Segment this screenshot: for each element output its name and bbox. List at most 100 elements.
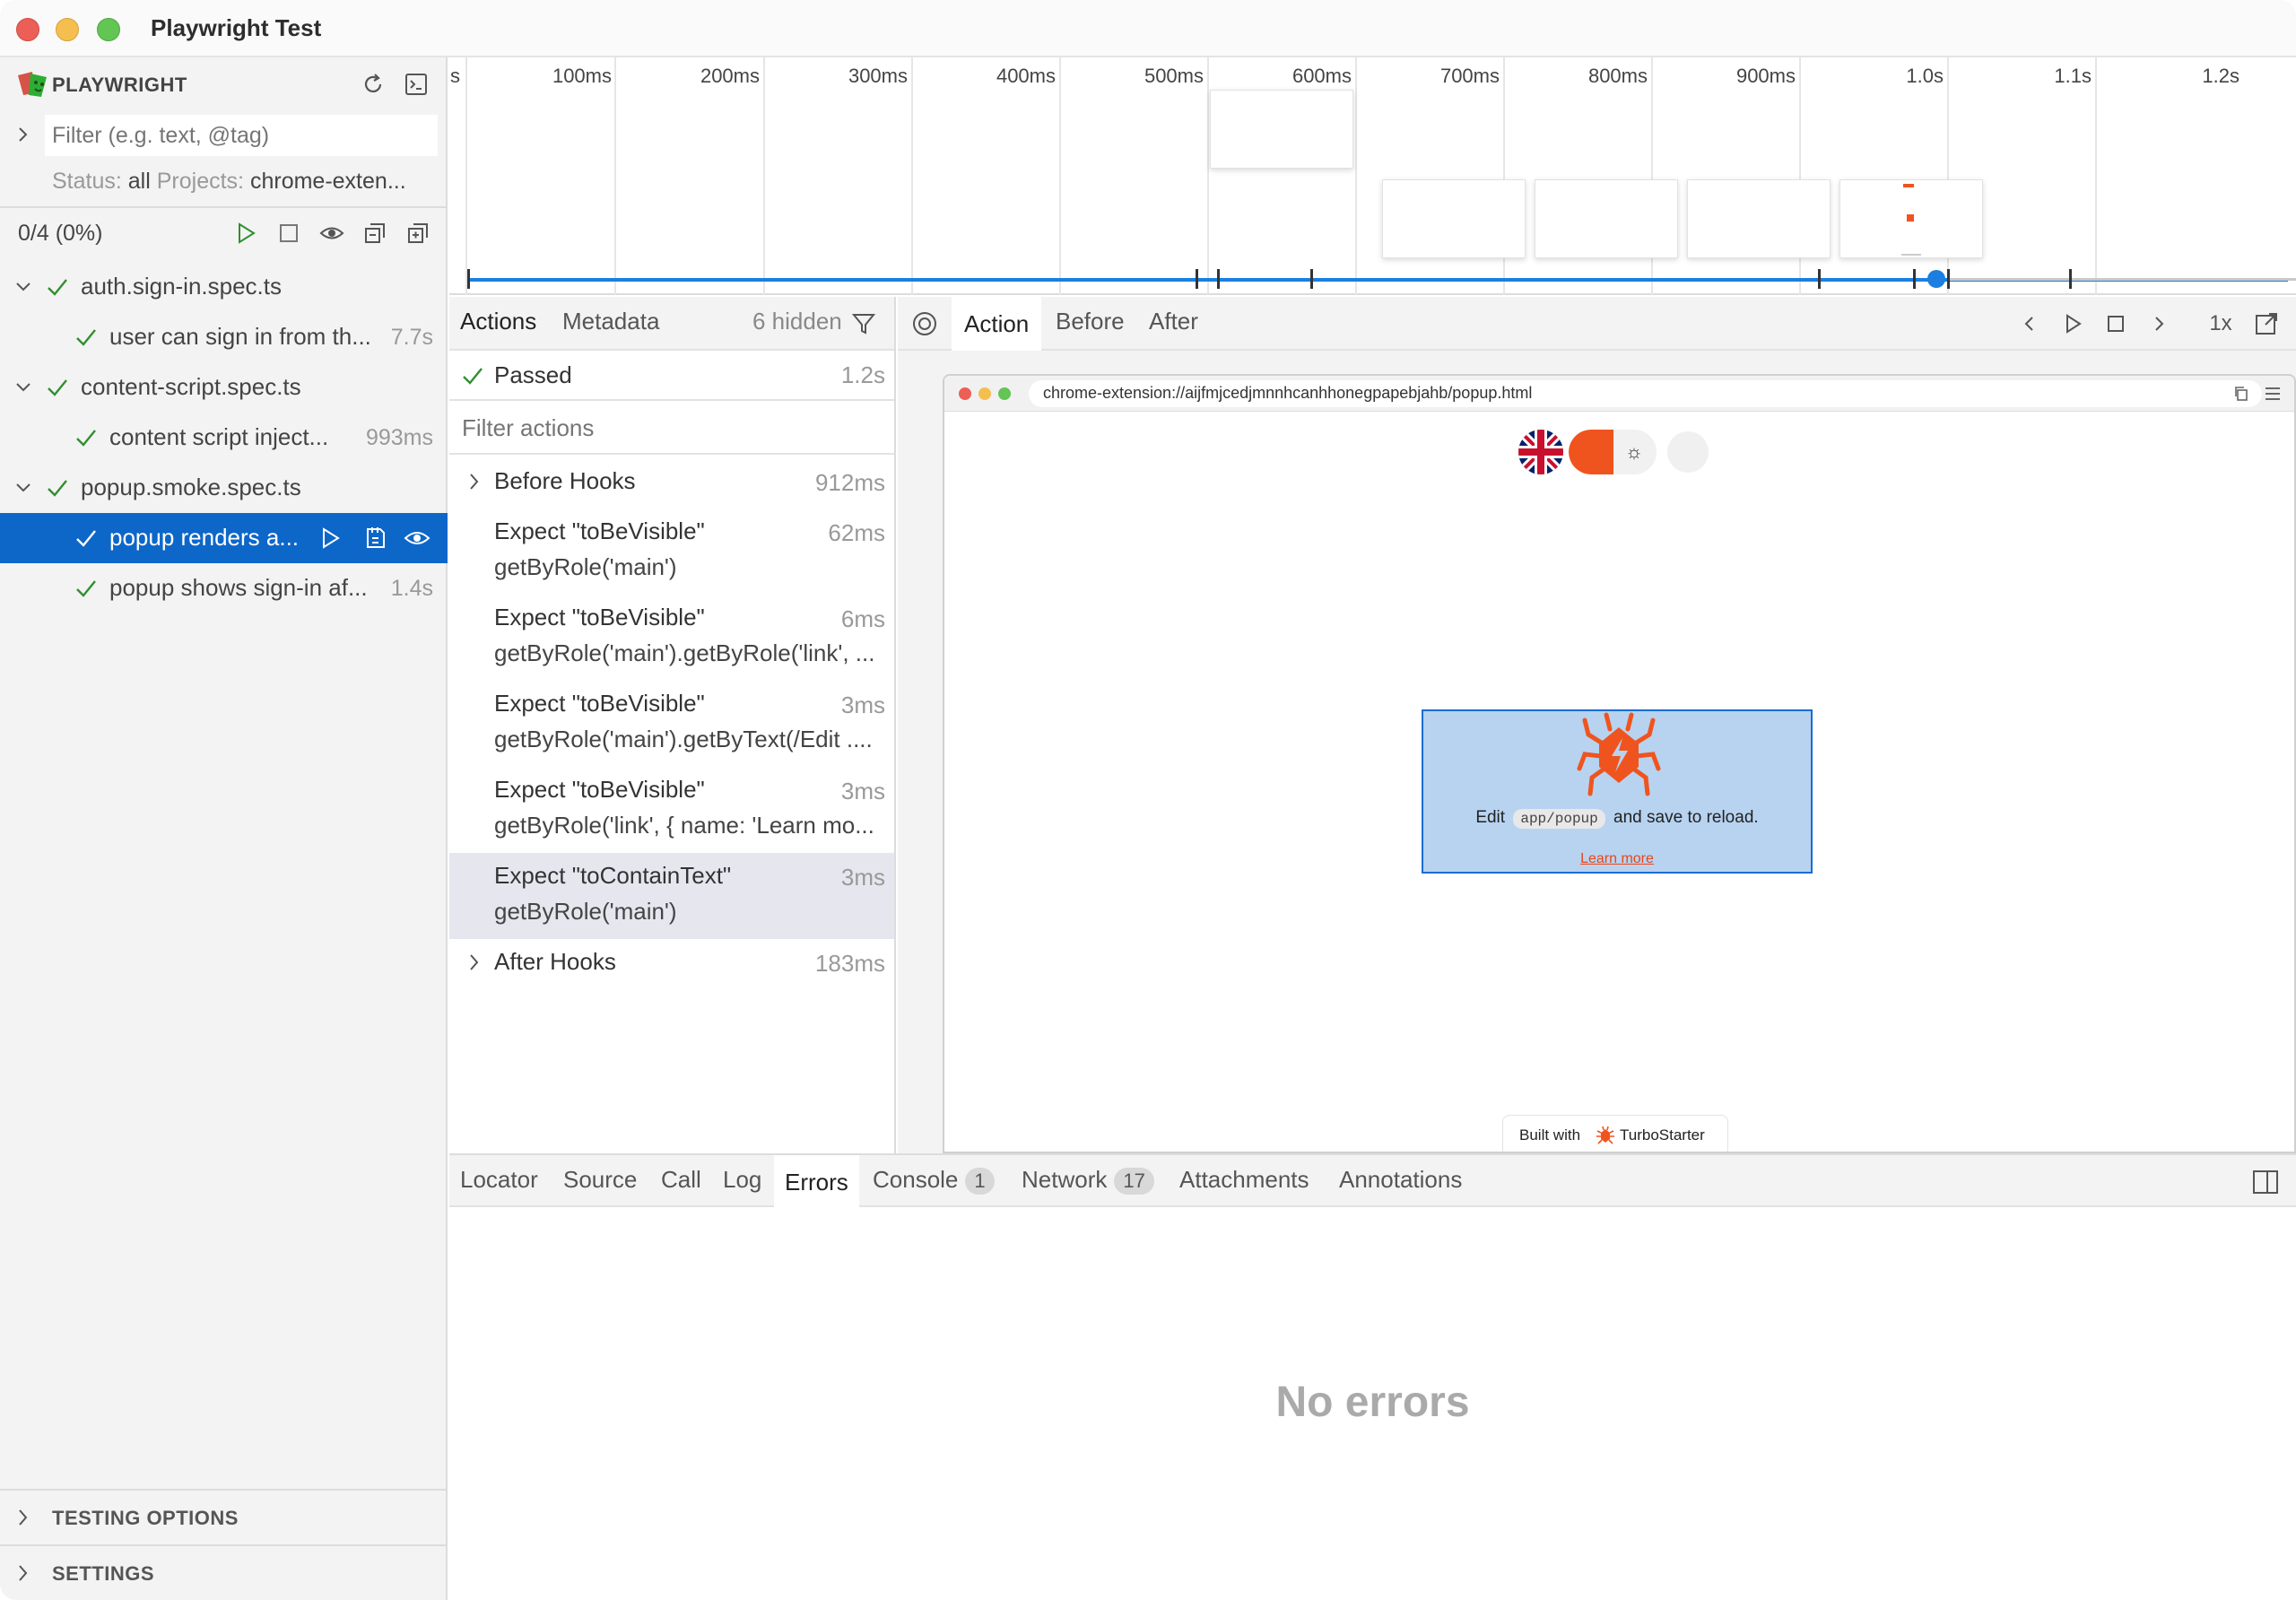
watch-icon[interactable] (316, 217, 348, 249)
snapshot-browser-frame: chrome-extension://aijfmjcedjmnnhcanhhon… (943, 374, 2296, 1153)
testing-options-section[interactable]: TESTING OPTIONS (0, 1489, 448, 1543)
status-label: Status: (52, 169, 122, 194)
before-hooks-row[interactable]: Before Hooks 912ms (449, 458, 894, 509)
test-file-row[interactable]: auth.sign-in.spec.ts (0, 262, 448, 312)
tab-log[interactable]: Log (723, 1166, 761, 1194)
tab-actions[interactable]: Actions (460, 308, 536, 335)
tab-attachments[interactable]: Attachments (1179, 1166, 1309, 1194)
watch-test-icon[interactable] (404, 526, 430, 551)
status-value: all (127, 169, 151, 194)
check-icon (76, 580, 96, 597)
timeline[interactable]: s 100ms 200ms 300ms 400ms 500ms 600ms 70… (449, 57, 2296, 295)
url-text: chrome-extension://aijfmjcedjmnnhcanhhon… (1043, 384, 1533, 402)
action-duration: 6ms (840, 605, 885, 632)
filter-icon[interactable] (851, 311, 876, 336)
timeline-thumbnail[interactable] (1535, 179, 1678, 258)
chevron-left-icon[interactable] (2013, 308, 2046, 340)
action-duration: 3ms (840, 778, 885, 804)
settings-section[interactable]: SETTINGS (0, 1544, 448, 1598)
tab-before[interactable]: Before (1056, 308, 1125, 335)
close-window-button[interactable] (16, 18, 39, 41)
zoom-window-button[interactable] (97, 18, 120, 41)
timeline-gridline (1947, 57, 1949, 295)
chevron-down-icon[interactable] (11, 475, 36, 500)
test-file-row[interactable]: popup.smoke.spec.ts (0, 463, 448, 513)
test-result-row: Passed 1.2s (449, 351, 894, 401)
expand-all-icon[interactable] (402, 217, 434, 249)
run-all-icon[interactable] (230, 217, 262, 249)
tab-annotations[interactable]: Annotations (1339, 1166, 1462, 1194)
after-hooks-row[interactable]: After Hooks 183ms (449, 939, 894, 989)
menu-icon[interactable] (2264, 385, 2282, 403)
test-case-row[interactable]: user can sign in from th... 7.7s (0, 312, 448, 362)
timeline-thumbnail[interactable] (1839, 179, 1983, 258)
collapse-all-icon[interactable] (359, 217, 391, 249)
chevron-right-icon[interactable] (2143, 308, 2175, 340)
copy-icon[interactable] (2233, 386, 2249, 402)
play-icon[interactable] (2057, 308, 2089, 340)
tab-action[interactable]: Action (952, 297, 1042, 351)
filter-actions-input[interactable] (449, 403, 894, 455)
stop-icon[interactable] (2100, 308, 2132, 340)
playback-speed[interactable]: 1x (2198, 308, 2243, 340)
tab-source[interactable]: Source (563, 1166, 637, 1194)
empty-state-message: No errors (1275, 1378, 1470, 1426)
open-external-icon[interactable] (2250, 308, 2283, 340)
tab-label: Network (1022, 1166, 1108, 1193)
test-case-row[interactable]: popup shows sign-in af... 1.4s (0, 563, 448, 613)
action-item-selected[interactable]: Expect "toContainText" 3ms getByRole('ma… (449, 853, 894, 939)
built-with-brand: TurboStarter (1620, 1126, 1705, 1143)
action-item[interactable]: Expect "toBeVisible" 62ms getByRole('mai… (449, 509, 894, 595)
chevron-down-icon[interactable] (11, 375, 36, 400)
chevron-down-icon[interactable] (11, 274, 36, 300)
timeline-tick-label: 1.2s (2202, 65, 2239, 87)
timeline-tick-label: 600ms (1292, 65, 1352, 87)
built-with-badge[interactable]: Built with TurboStarter (1502, 1115, 1728, 1152)
action-locator: getByRole('main') (494, 553, 677, 580)
timeline-tick-label: 1.1s (2054, 65, 2092, 87)
sun-icon: ☼ (1624, 440, 1644, 463)
timeline-tick-label: 500ms (1144, 65, 1204, 87)
go-to-source-icon[interactable] (362, 524, 389, 551)
timeline-thumbnail[interactable] (1687, 179, 1831, 258)
tab-locator[interactable]: Locator (460, 1166, 538, 1194)
window-title: Playwright Test (151, 14, 322, 41)
pick-locator-icon[interactable] (910, 309, 939, 338)
minimize-window-button[interactable] (56, 18, 79, 41)
tree-item-label: user can sign in from th... (109, 323, 371, 350)
action-item[interactable]: Expect "toBeVisible" 3ms getByRole('main… (449, 681, 894, 767)
chevron-right-icon[interactable] (11, 120, 36, 149)
timeline-thumbnail[interactable] (1210, 90, 1353, 169)
actions-panel: Actions Metadata 6 hidden Passed 1.2s Be… (449, 297, 896, 1153)
tab-metadata[interactable]: Metadata (562, 308, 659, 335)
tab-call[interactable]: Call (661, 1166, 701, 1194)
action-duration: 62ms (828, 519, 885, 546)
action-item[interactable]: Expect "toBeVisible" 6ms getByRole('main… (449, 595, 894, 681)
tab-console[interactable]: Console 1 (873, 1166, 995, 1195)
section-title: TESTING OPTIONS (52, 1507, 239, 1529)
chevron-right-icon (19, 1509, 28, 1526)
url-bar[interactable]: chrome-extension://aijfmjcedjmnnhcanhhon… (1029, 380, 2262, 407)
avatar[interactable] (1667, 431, 1709, 473)
test-case-row-selected[interactable]: popup renders a... (0, 513, 448, 563)
test-file-row[interactable]: content-script.spec.ts (0, 362, 448, 413)
tab-errors[interactable]: Errors (774, 1155, 859, 1209)
run-test-icon[interactable] (319, 526, 343, 551)
action-item[interactable]: Expect "toBeVisible" 3ms getByRole('link… (449, 767, 894, 853)
test-filter-input[interactable] (45, 115, 438, 156)
learn-more-link[interactable]: Learn more (1423, 851, 1811, 867)
action-title: Expect "toBeVisible" (494, 517, 705, 544)
toggle-sidebar-icon[interactable] (2252, 1170, 2279, 1195)
uk-flag-icon[interactable] (1518, 430, 1563, 474)
browser-dot-green (998, 387, 1011, 400)
timeline-playhead[interactable] (1927, 270, 1945, 288)
test-case-row[interactable]: content script inject... 993ms (0, 413, 448, 463)
tab-after[interactable]: After (1149, 308, 1198, 335)
tree-item-label: popup renders a... (109, 524, 300, 551)
theme-toggle[interactable]: ☼ (1569, 430, 1657, 474)
tab-network[interactable]: Network 17 (1022, 1166, 1154, 1195)
timeline-thumbnail[interactable] (1382, 179, 1526, 258)
timeline-marker (2069, 269, 2072, 289)
stop-icon[interactable] (273, 217, 305, 249)
status-projects-line[interactable]: Status: all Projects: chrome-exten... (52, 169, 406, 195)
